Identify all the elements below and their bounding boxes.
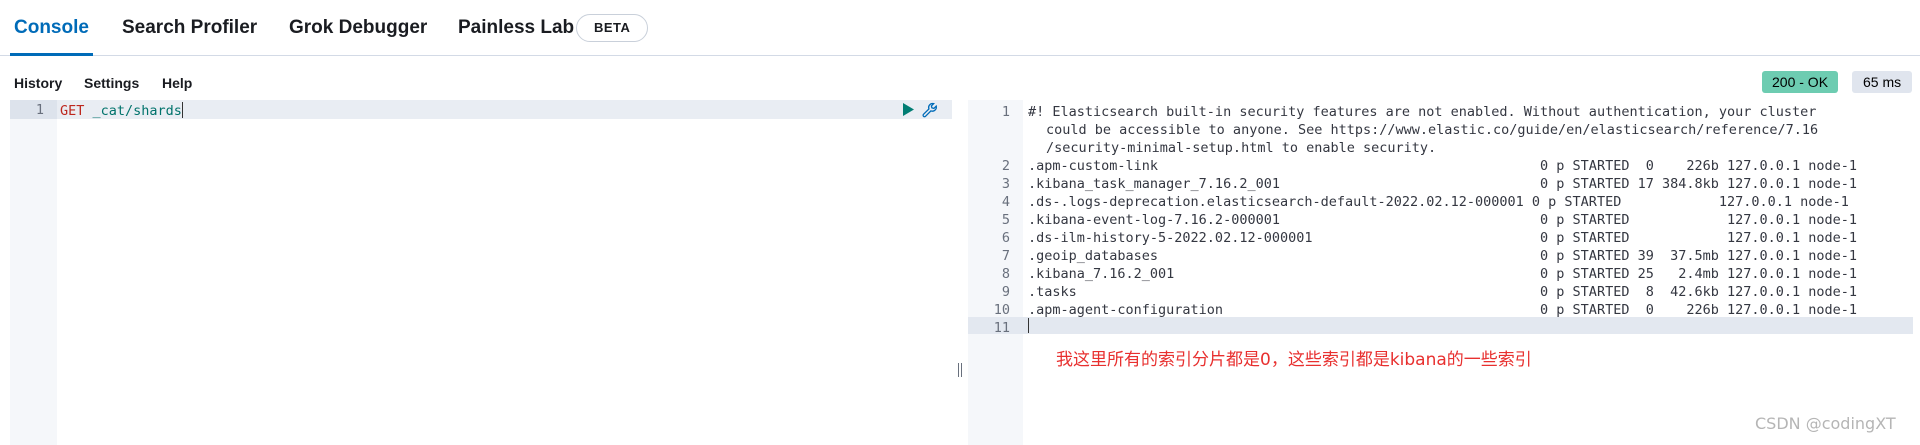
output-line-number: 2 [1001,158,1010,174]
tab-console[interactable]: Console [10,0,93,56]
output-line: 3 .kibana_task_manager_7.16.2_001 0 p STA… [968,175,1920,193]
output-line-text: #! Elasticsearch built-in security featu… [1028,104,1817,120]
tab-painless-lab[interactable]: Painless Lab [458,0,574,56]
editor-gutter [10,100,57,445]
output-line: 7 .geoip_databases 0 p STARTED 39 37.5mb … [968,247,1920,265]
editor-line-number: 1 [35,102,44,118]
watermark: CSDN @codingXT [1755,414,1896,433]
output-line-number: 4 [1001,194,1010,210]
request-editor[interactable]: 1 GET _cat/shards [10,100,952,445]
output-line-number: 7 [1001,248,1010,264]
request-time-badge: 65 ms [1852,71,1913,93]
output-line: 11 [968,319,1920,337]
output-line: 1 #! Elasticsearch built-in security feat… [968,103,1920,121]
output-line-text: .kibana-event-log-7.16.2-000001 0 p STAR… [1028,212,1858,228]
request-line[interactable]: GET _cat/shards [60,102,183,119]
output-line-text: .kibana_task_manager_7.16.2_001 0 p STAR… [1028,176,1858,192]
play-icon[interactable] [901,102,915,122]
output-line: 5 .kibana-event-log-7.16.2-000001 0 p STA… [968,211,1920,229]
wrench-icon[interactable] [921,101,939,124]
console-toolbar: History Settings Help 200 - OK 65 ms [0,57,1920,99]
output-line-number: 3 [1001,176,1010,192]
output-line-text: .ds-.logs-deprecation.elasticsearch-defa… [1028,194,1849,210]
status-badge: 200 - OK [1762,71,1839,93]
output-line-number: 6 [1001,230,1010,246]
request-path: _cat/shards [92,103,182,119]
output-line-text: .ds-ilm-history-5-2022.02.12-000001 0 p … [1028,230,1858,246]
tab-grok-debugger[interactable]: Grok Debugger [289,0,427,56]
output-line-text: .geoip_databases 0 p STARTED 39 37.5mb 1… [1028,248,1858,264]
output-line-text: /security-minimal-setup.html to enable s… [1046,140,1437,156]
output-line-text: .apm-agent-configuration 0 p STARTED 0 2… [1028,302,1858,318]
output-line-number: 1 [1001,104,1010,120]
annotation-note: 我这里所有的索引分片都是0，这些索引都是kibana的一些索引 [1056,350,1532,370]
request-method: GET [60,103,85,119]
output-line-number: 10 [993,302,1010,318]
panel-resize-handle[interactable] [956,363,964,379]
output-line-number: 8 [1001,266,1010,282]
text-cursor [181,102,183,118]
output-line-text: .apm-custom-link 0 p STARTED 0 226b 127.… [1028,158,1858,174]
output-line-text: .kibana_7.16.2_001 0 p STARTED 25 2.4mb … [1028,266,1858,282]
output-line: 9 .tasks 0 p STARTED 8 42.6kb 127.0.0.1 n… [968,283,1920,301]
output-text-cursor [1028,318,1029,333]
output-line: 8 .kibana_7.16.2_001 0 p STARTED 25 2.4mb… [968,265,1920,283]
response-output[interactable]: 1 #! Elasticsearch built-in security feat… [968,100,1920,445]
output-line: could be accessible to anyone. See https… [968,121,1920,139]
output-line-text: could be accessible to anyone. See https… [1046,122,1819,138]
beta-badge: BETA [576,14,649,42]
output-line: 4 .ds-.logs-deprecation.elasticsearch-def… [968,193,1920,211]
settings-menu-item[interactable]: Settings [84,75,139,91]
tab-bar: Console Search Profiler Grok Debugger Pa… [0,0,1920,56]
help-menu-item[interactable]: Help [162,75,192,91]
tab-search-profiler[interactable]: Search Profiler [122,0,257,56]
output-line: 2 .apm-custom-link 0 p STARTED 0 226b 127… [968,157,1920,175]
output-line: /security-minimal-setup.html to enable s… [968,139,1920,157]
output-line-number: 5 [1001,212,1010,228]
output-line-text: .tasks 0 p STARTED 8 42.6kb 127.0.0.1 no… [1028,284,1858,300]
output-line: 10 .apm-agent-configuration 0 p STARTED 0… [968,301,1920,319]
history-menu-item[interactable]: History [14,75,62,91]
output-line-number: 11 [993,320,1010,336]
output-lines: 1 #! Elasticsearch built-in security feat… [968,103,1920,337]
output-line-number: 9 [1001,284,1010,300]
output-line: 6 .ds-ilm-history-5-2022.02.12-000001 0 p… [968,229,1920,247]
